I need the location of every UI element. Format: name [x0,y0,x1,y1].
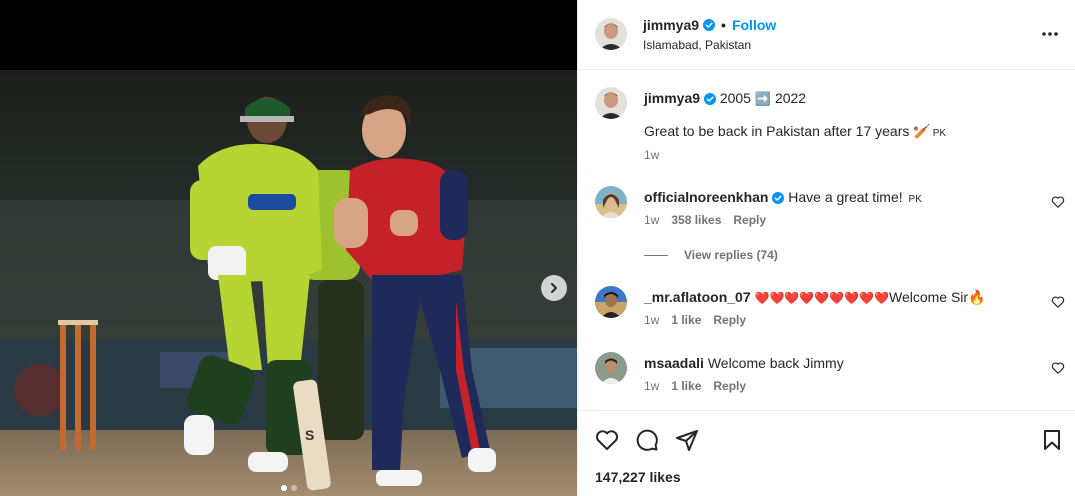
save-icon[interactable] [1040,428,1064,452]
hearts-emoji: ❤️❤️❤️❤️❤️❤️❤️❤️❤️ [754,291,889,305]
carousel-dot [290,485,297,491]
comment-item: _mr.aflatoon_07 ❤️❤️❤️❤️❤️❤️❤️❤️❤️Welcom… [595,286,1065,336]
caption-meta: 1w [644,148,659,162]
comment-body: _mr.aflatoon_07 ❤️❤️❤️❤️❤️❤️❤️❤️❤️Welcom… [644,288,1034,307]
caption-time[interactable]: 1w [644,148,659,162]
comment-body: msaadali Welcome back Jimmy [644,354,1034,372]
post-likes-count[interactable]: 147,227 likes [595,469,681,485]
more-options-icon[interactable] [1040,24,1060,44]
view-replies-button[interactable]: View replies (74) [644,248,778,262]
caption-year-end: 2022 [774,90,807,106]
pakistan-flag-icon: PK [908,194,922,205]
verified-icon [703,93,716,106]
post-photo: S [0,70,577,496]
heart-icon[interactable] [1051,195,1065,209]
post-actions: 147,227 likes [578,410,1075,496]
fire-emoji: 🔥 [968,289,986,305]
author-avatar[interactable] [595,18,627,50]
replies-divider [644,254,668,256]
post-media: S [0,0,577,496]
carousel-dot-active [280,485,287,491]
comment-time[interactable]: 1w [644,213,659,227]
comment-meta: 1w 358 likes Reply [644,213,766,227]
caption-line2: Great to be back in Pakistan after 17 ye… [644,123,946,140]
author-username[interactable]: jimmya9 [643,17,699,33]
follow-button[interactable]: Follow [732,17,776,33]
comment-meta: 1w 1 like Reply [644,379,746,393]
heart-icon[interactable] [1051,361,1065,375]
heart-icon[interactable] [595,428,619,452]
commenter-avatar[interactable] [595,352,627,384]
header-separator: • [721,17,726,33]
arrow-emoji: ➡️ [754,91,772,106]
reply-button[interactable]: Reply [713,313,746,327]
post-details-panel: jimmya9 • Follow Islamabad, Pakistan jim… [577,0,1075,496]
comment-time[interactable]: 1w [644,313,659,327]
next-arrow-icon [551,283,557,293]
caption-text: Great to be back in Pakistan after 17 ye… [644,123,910,139]
comment-meta: 1w 1 like Reply [644,313,746,327]
comment-time[interactable]: 1w [644,379,659,393]
next-slide-button[interactable] [541,275,567,301]
comment-likes[interactable]: 1 like [671,313,701,327]
pakistan-flag-icon: PK [932,128,947,139]
cricket-emoji: 🏏 [913,123,931,139]
comment-icon[interactable] [635,428,659,452]
carousel-indicator [0,485,577,491]
header-username-row: jimmya9 • Follow [643,17,776,33]
cricket-photo-illustration: S [0,70,577,496]
view-replies-label: View replies (74) [684,248,778,262]
reply-button[interactable]: Reply [733,213,766,227]
svg-text:S: S [305,427,314,443]
reply-button[interactable]: Reply [713,379,746,393]
comment-item: msaadali Welcome back Jimmy 1w 1 like Re… [595,352,1065,402]
comment-likes[interactable]: 358 likes [671,213,721,227]
comment-item: officialnoreenkhan Have a great time! PK… [595,186,1065,266]
caption-block: jimmya9 2005 ➡️ 2022 Great to be back in… [595,87,1065,167]
comment-username[interactable]: officialnoreenkhan [644,189,768,205]
comment-likes[interactable]: 1 like [671,379,701,393]
commenter-avatar[interactable] [595,186,627,218]
comment-username[interactable]: msaadali [644,355,704,371]
post-header: jimmya9 • Follow Islamabad, Pakistan [578,0,1075,70]
commenter-avatar[interactable] [595,286,627,318]
verified-icon [772,192,785,205]
caption-year-start: 2005 [719,90,751,106]
comment-text: Welcome back Jimmy [707,355,844,371]
comment-text: Welcome Sir [888,289,969,305]
comment-text: Have a great time! [788,189,903,205]
comment-username[interactable]: _mr.aflatoon_07 [644,289,751,305]
share-icon[interactable] [675,428,699,452]
post-location[interactable]: Islamabad, Pakistan [643,38,751,52]
caption-line1: jimmya9 2005 ➡️ 2022 [644,89,1034,108]
heart-icon[interactable] [1051,295,1065,309]
comments-list: jimmya9 2005 ➡️ 2022 Great to be back in… [578,70,1075,410]
caption-username[interactable]: jimmya9 [644,90,700,106]
caption-author-avatar[interactable] [595,87,627,119]
verified-icon [703,19,716,31]
comment-body: officialnoreenkhan Have a great time! PK [644,188,1034,209]
